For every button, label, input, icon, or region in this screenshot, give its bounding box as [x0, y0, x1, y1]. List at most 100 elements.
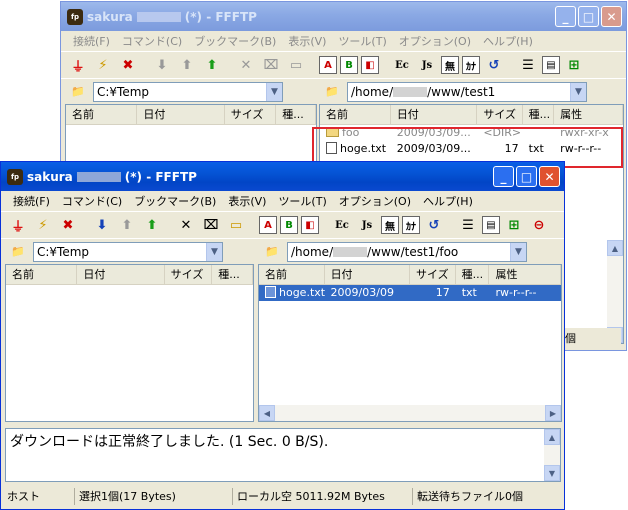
minimize-button[interactable]: _ [493, 166, 514, 187]
menu-command[interactable]: コマンド(C) [116, 33, 188, 49]
menu-view[interactable]: 表示(V) [282, 33, 332, 49]
menu-help[interactable]: ヘルプ(H) [477, 33, 539, 49]
maximize-button[interactable]: □ [578, 6, 599, 27]
download-icon[interactable]: ⬇ [151, 54, 173, 76]
col-size[interactable]: サイズ [165, 265, 213, 284]
new-folder-icon[interactable]: ▭ [285, 54, 307, 76]
refresh-icon[interactable]: ↺ [423, 214, 445, 236]
rename-icon[interactable]: ⌧ [200, 214, 222, 236]
tree-icon[interactable]: ⊞ [503, 214, 525, 236]
maximize-button[interactable]: □ [516, 166, 537, 187]
mirror-upload-icon[interactable]: ⬆ [141, 214, 163, 236]
ascii-mode-icon[interactable]: A [319, 56, 337, 74]
mirror-upload-icon[interactable]: ⬆ [201, 54, 223, 76]
chevron-down-icon[interactable]: ▼ [266, 82, 282, 101]
chevron-down-icon[interactable]: ▼ [206, 242, 222, 261]
col-date[interactable]: 日付 [137, 105, 225, 124]
delete-icon[interactable]: ✕ [235, 54, 257, 76]
col-date[interactable]: 日付 [77, 265, 165, 284]
auto-mode-icon[interactable]: ◧ [361, 56, 379, 74]
list-item[interactable]: hoge.txt 2009/03/09 17 txt rw-r--r-- [259, 285, 561, 301]
quick-connect-icon[interactable]: ⚡ [92, 54, 114, 76]
minimize-button[interactable]: _ [555, 6, 576, 27]
scroll-down-icon[interactable]: ▼ [544, 465, 560, 481]
col-type[interactable]: 種... [212, 265, 253, 284]
col-size[interactable]: サイズ [410, 265, 456, 284]
kanji-jis-icon[interactable]: Js [416, 54, 438, 76]
front-local-path-combo[interactable]: C:¥Temp ▼ [33, 241, 223, 262]
menu-help[interactable]: ヘルプ(H) [417, 193, 479, 209]
scroll-right-icon[interactable]: ▶ [545, 405, 561, 421]
back-local-path-combo[interactable]: C:¥Temp ▼ [93, 81, 283, 102]
no-conversion-icon[interactable]: 無 [381, 216, 399, 234]
col-attr[interactable]: 属性 [489, 265, 561, 284]
front-remote-hscrollbar[interactable]: ◀ ▶ [259, 405, 561, 421]
no-conversion-icon[interactable]: 無 [441, 56, 459, 74]
close-button[interactable]: ✕ [539, 166, 560, 187]
log-panel[interactable]: ダウンロードは正常終了しました. (1 Sec. 0 B/S). ▲ ▼ [5, 428, 561, 482]
menu-command[interactable]: コマンド(C) [56, 193, 128, 209]
stop-icon[interactable]: ⊖ [528, 214, 550, 236]
refresh-icon[interactable]: ↺ [483, 54, 505, 76]
front-remote-path-combo[interactable]: /home//www/test1/foo ▼ [287, 241, 527, 262]
col-attr[interactable]: 属性 [554, 105, 623, 124]
list-view-icon[interactable]: ☰ [457, 214, 479, 236]
kanji-euc-icon[interactable]: Ec [391, 54, 413, 76]
scroll-up-icon[interactable]: ▲ [544, 429, 560, 445]
binary-mode-icon[interactable]: B [340, 56, 358, 74]
back-remote-path-combo[interactable]: /home//www/test1 ▼ [347, 81, 587, 102]
upload-icon[interactable]: ⬆ [116, 214, 138, 236]
tree-icon[interactable]: ⊞ [563, 54, 585, 76]
kana-convert-icon[interactable]: ｶﾅ [462, 56, 480, 74]
front-remote-list[interactable]: 名前 日付 サイズ 種... 属性 hoge.txt 2009/03/09 17… [258, 264, 562, 422]
rename-icon[interactable]: ⌧ [260, 54, 282, 76]
quick-connect-icon[interactable]: ⚡ [32, 214, 54, 236]
auto-mode-icon[interactable]: ◧ [301, 216, 319, 234]
upload-icon[interactable]: ⬆ [176, 54, 198, 76]
menu-tools[interactable]: ツール(T) [272, 193, 332, 209]
menu-view[interactable]: 表示(V) [222, 193, 272, 209]
new-folder-icon[interactable]: ▭ [225, 214, 247, 236]
close-button[interactable]: ✕ [601, 6, 622, 27]
menu-connect[interactable]: 接続(F) [7, 193, 56, 209]
folder-up-icon[interactable]: 📁 [7, 242, 29, 262]
ascii-mode-icon[interactable]: A [259, 216, 277, 234]
col-name[interactable]: 名前 [259, 265, 325, 284]
folder-up-icon[interactable]: 📁 [261, 242, 283, 262]
kanji-jis-icon[interactable]: Js [356, 214, 378, 236]
download-icon[interactable]: ⬇ [91, 214, 113, 236]
menu-options[interactable]: オプション(O) [393, 33, 477, 49]
col-size[interactable]: サイズ [225, 105, 277, 124]
folder-up-icon[interactable]: 📁 [67, 82, 89, 102]
connect-icon[interactable]: ⏚ [67, 54, 89, 76]
log-scrollbar[interactable]: ▲ ▼ [544, 429, 560, 481]
col-name[interactable]: 名前 [6, 265, 78, 284]
col-type[interactable]: 種... [523, 105, 555, 124]
list-view-icon[interactable]: ☰ [517, 54, 539, 76]
connect-icon[interactable]: ⏚ [7, 214, 29, 236]
col-date[interactable]: 日付 [325, 265, 410, 284]
back-titlebar[interactable]: fp sakura (*) - FFFTP _ □ ✕ [61, 2, 626, 31]
menu-connect[interactable]: 接続(F) [67, 33, 116, 49]
front-titlebar[interactable]: fp sakura (*) - FFFTP _ □ ✕ [1, 162, 564, 191]
menu-options[interactable]: オプション(O) [333, 193, 417, 209]
front-local-list[interactable]: 名前 日付 サイズ 種... [5, 264, 254, 422]
kana-convert-icon[interactable]: ｶﾅ [402, 216, 420, 234]
col-size[interactable]: サイズ [477, 105, 523, 124]
scroll-up-icon[interactable]: ▲ [607, 240, 623, 256]
delete-icon[interactable]: ✕ [175, 214, 197, 236]
disconnect-icon[interactable]: ✖ [117, 54, 139, 76]
menu-bookmark[interactable]: ブックマーク(B) [128, 193, 222, 209]
kanji-euc-icon[interactable]: Ec [331, 214, 353, 236]
detail-view-icon[interactable]: ▤ [482, 216, 500, 234]
col-type[interactable]: 種... [276, 105, 316, 124]
folder-up-icon[interactable]: 📁 [321, 82, 343, 102]
chevron-down-icon[interactable]: ▼ [510, 242, 526, 261]
binary-mode-icon[interactable]: B [280, 216, 298, 234]
col-type[interactable]: 種... [456, 265, 490, 284]
menu-tools[interactable]: ツール(T) [332, 33, 392, 49]
chevron-down-icon[interactable]: ▼ [570, 82, 586, 101]
col-name[interactable]: 名前 [66, 105, 138, 124]
col-date[interactable]: 日付 [391, 105, 478, 124]
disconnect-icon[interactable]: ✖ [57, 214, 79, 236]
